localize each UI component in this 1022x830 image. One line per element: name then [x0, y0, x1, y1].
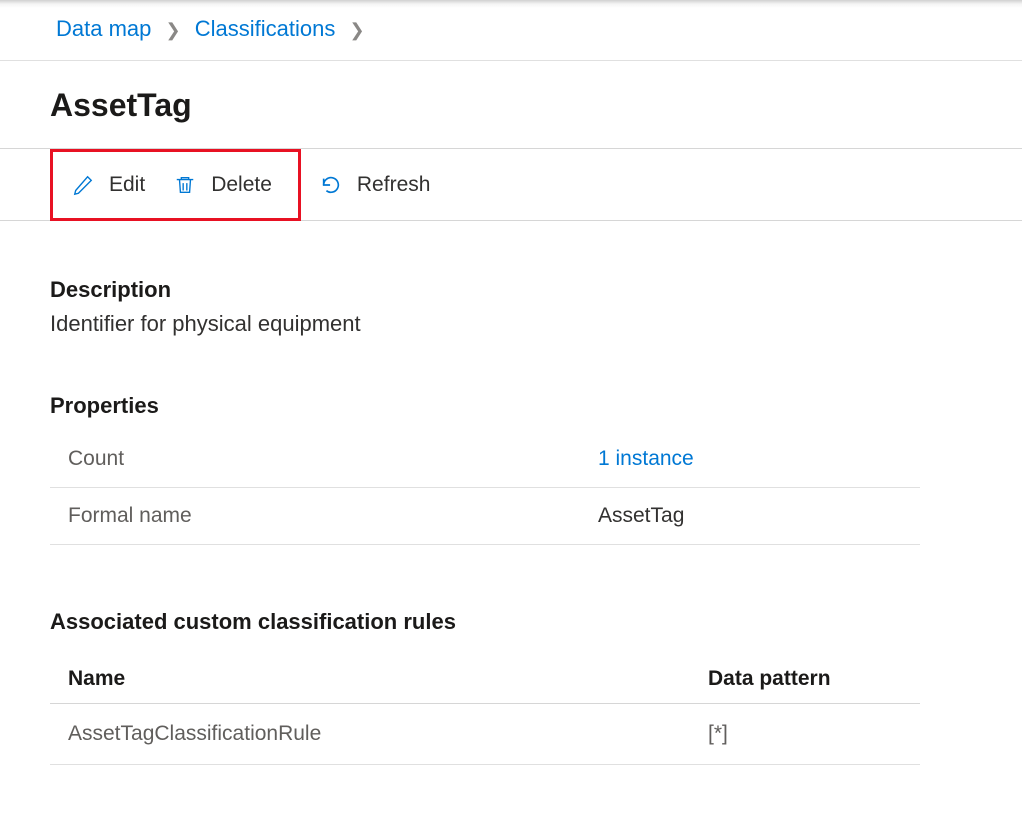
- breadcrumb: Data map ❯ Classifications ❯: [0, 8, 1022, 61]
- toolbar: Edit Delete Refresh: [0, 148, 1022, 221]
- description-text: Identifier for physical equipment: [50, 311, 1022, 337]
- properties-table: Count 1 instance Formal name AssetTag: [50, 431, 920, 545]
- property-row: Formal name AssetTag: [50, 488, 920, 545]
- rules-table: Name Data pattern AssetTagClassification…: [50, 655, 920, 765]
- property-label: Count: [50, 431, 580, 488]
- chevron-right-icon: ❯: [349, 20, 364, 41]
- refresh-icon: [319, 173, 343, 197]
- associated-rules-heading: Associated custom classification rules: [50, 609, 1022, 635]
- highlight-box: Edit Delete: [50, 149, 301, 221]
- delete-label: Delete: [211, 173, 272, 197]
- property-value: AssetTag: [580, 488, 920, 545]
- delete-button[interactable]: Delete: [163, 165, 282, 205]
- property-value-link[interactable]: 1 instance: [580, 431, 920, 488]
- pencil-icon: [71, 173, 95, 197]
- edit-button[interactable]: Edit: [61, 165, 155, 205]
- rule-pattern: [*]: [690, 704, 920, 765]
- page-title: AssetTag: [0, 61, 1022, 148]
- column-header-name[interactable]: Name: [50, 655, 690, 704]
- property-label: Formal name: [50, 488, 580, 545]
- property-row: Count 1 instance: [50, 431, 920, 488]
- description-heading: Description: [50, 277, 1022, 303]
- refresh-label: Refresh: [357, 173, 431, 197]
- column-header-pattern[interactable]: Data pattern: [690, 655, 920, 704]
- rule-name: AssetTagClassificationRule: [50, 704, 690, 765]
- breadcrumb-classifications[interactable]: Classifications: [195, 16, 336, 41]
- trash-icon: [173, 173, 197, 197]
- table-row: AssetTagClassificationRule [*]: [50, 704, 920, 765]
- breadcrumb-data-map[interactable]: Data map: [56, 16, 151, 41]
- edit-label: Edit: [109, 173, 145, 197]
- chevron-right-icon: ❯: [166, 20, 181, 41]
- properties-heading: Properties: [50, 393, 1022, 419]
- refresh-button[interactable]: Refresh: [309, 165, 441, 205]
